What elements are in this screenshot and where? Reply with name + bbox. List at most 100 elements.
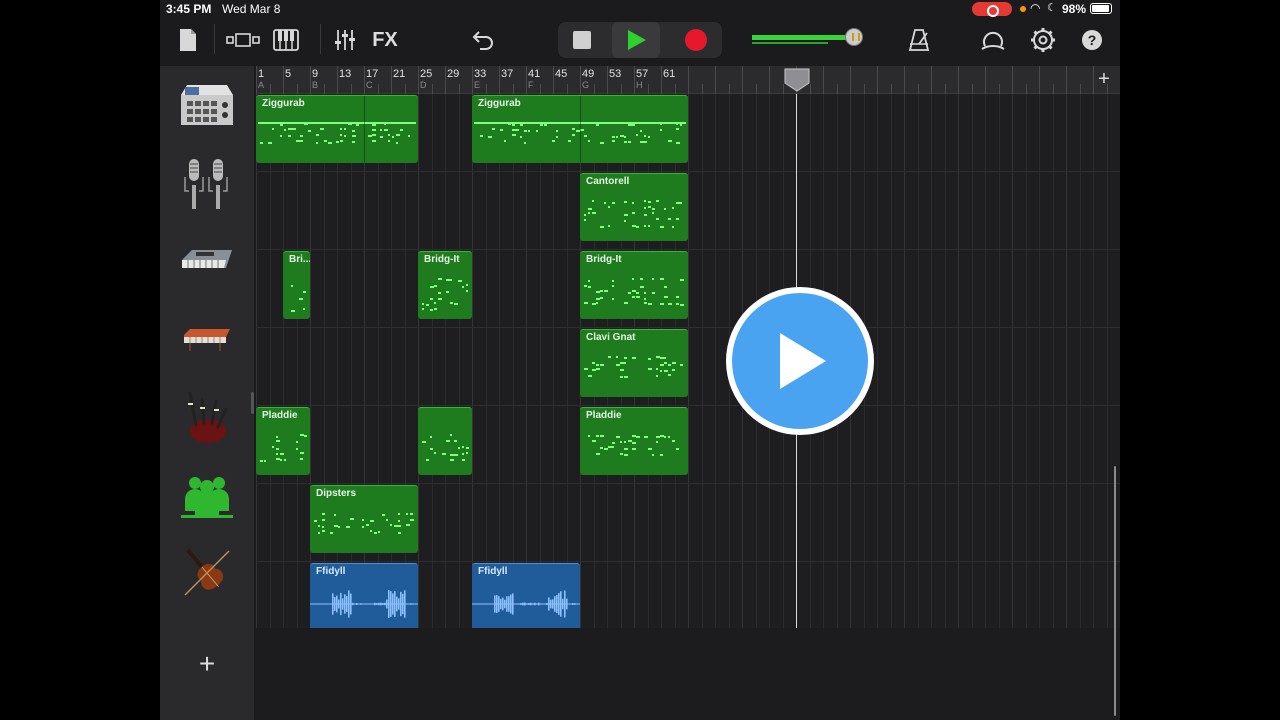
ruler-tick — [634, 66, 635, 94]
grid-line — [296, 94, 298, 628]
grid-line — [985, 94, 986, 628]
track-header-synth[interactable] — [160, 222, 254, 300]
grid-line — [418, 94, 419, 628]
ruler-tick — [661, 66, 662, 94]
audio-region[interactable]: Ffidyll — [472, 563, 580, 631]
midi-region[interactable]: Pladdie — [580, 407, 688, 475]
ruler-tick — [701, 84, 703, 94]
grid-line — [1106, 94, 1108, 628]
midi-notes — [584, 200, 682, 228]
ruler-tick — [742, 66, 743, 94]
play-icon — [628, 30, 646, 50]
video-play-icon — [780, 333, 826, 389]
record-button[interactable] — [672, 22, 720, 58]
wifi-icon: ◠ — [1030, 1, 1041, 15]
midi-region[interactable]: Ziggurab — [256, 95, 418, 163]
vertical-scrollbar[interactable] — [1114, 466, 1116, 716]
grid-line — [944, 94, 946, 628]
midi-region[interactable]: Dipsters — [310, 485, 418, 553]
lane-divider — [256, 171, 1120, 172]
settings-icon[interactable] — [1028, 22, 1058, 58]
empty-track-area — [256, 628, 1120, 720]
loop-browser-icon[interactable] — [978, 22, 1008, 58]
ruler-tick — [310, 66, 311, 94]
ruler-tick — [418, 66, 419, 94]
ruler-tick — [607, 66, 608, 94]
stop-icon — [573, 31, 591, 49]
timeline-ruler[interactable]: + 1 5 9 13 17 21 25 29 33 37 41 45 49 53 57 61 A B C D E F G H — [256, 66, 1120, 94]
midi-region[interactable]: Clavi Gnat — [580, 329, 688, 397]
ruler-tick — [1025, 84, 1027, 94]
midi-region[interactable] — [418, 407, 472, 475]
ruler-bar-number: 41 — [528, 68, 541, 80]
ruler-tick — [526, 66, 527, 94]
mixer-icon[interactable] — [330, 22, 360, 58]
grid-line — [512, 94, 514, 628]
sidebar-resize-handle[interactable] — [251, 392, 254, 414]
loop-boundary — [364, 96, 365, 163]
bagpipes-icon — [188, 391, 228, 443]
grid-line — [701, 94, 703, 628]
ruler-tick — [485, 84, 487, 94]
midi-region[interactable]: Cantorell — [580, 173, 688, 241]
midi-region[interactable]: Ziggurab — [472, 95, 688, 163]
battery-percent: 98% — [1062, 2, 1087, 16]
ruler-tick — [674, 84, 676, 94]
ruler-tick — [1093, 66, 1094, 94]
grid-line — [526, 94, 527, 628]
undo-icon[interactable] — [468, 22, 498, 58]
midi-region[interactable]: Bridg-It — [418, 251, 472, 319]
ruler-tick — [323, 84, 325, 94]
grid-line — [715, 94, 716, 628]
document-icon[interactable] — [174, 22, 202, 58]
waveform — [310, 590, 418, 618]
add-section-button[interactable]: + — [1094, 68, 1114, 90]
track-header-violin[interactable] — [160, 534, 254, 612]
ruler-section-label: E — [474, 80, 481, 90]
ruler-bar-number: 57 — [636, 68, 649, 80]
metronome-icon[interactable] — [904, 22, 934, 58]
track-view-icon[interactable] — [224, 22, 264, 58]
grid-line — [1066, 94, 1067, 628]
ruler-tick — [715, 66, 716, 94]
midi-region[interactable]: Bridg-It — [580, 251, 688, 319]
track-header-vocals[interactable] — [160, 144, 254, 222]
track-header-ensemble[interactable] — [160, 456, 254, 534]
grid-line — [485, 94, 487, 628]
play-button[interactable] — [612, 22, 660, 58]
midi-region[interactable]: Pladdie — [256, 407, 310, 475]
grid-line — [1052, 94, 1054, 628]
stop-button[interactable] — [558, 22, 606, 58]
ruler-tick — [296, 84, 298, 94]
ruler-tick — [364, 66, 365, 94]
track-header-bagpipes[interactable] — [160, 378, 254, 456]
lane-divider — [256, 327, 1120, 328]
grid-line — [1039, 94, 1040, 628]
track-header-drums[interactable] — [160, 66, 254, 144]
ruler-tick — [593, 84, 595, 94]
ruler-tick — [931, 66, 932, 94]
fx-button[interactable]: FX — [368, 22, 402, 58]
grid-line — [1079, 94, 1081, 628]
add-track-label: + — [198, 648, 216, 679]
ruler-tick — [823, 66, 824, 94]
mic-indicator-icon — [1020, 6, 1026, 12]
grid-line — [1012, 94, 1013, 628]
add-track-button[interactable]: + — [193, 650, 221, 678]
ruler-tick — [620, 84, 622, 94]
ruler-tick — [553, 66, 554, 94]
master-volume-slider[interactable] — [752, 28, 863, 46]
ruler-tick — [877, 66, 878, 94]
playhead-handle[interactable] — [784, 68, 810, 92]
midi-region[interactable]: Bri...-It — [283, 251, 310, 319]
midi-notes — [588, 435, 679, 456]
midi-notes — [584, 278, 684, 306]
tracks-area[interactable]: Ziggurab Ziggurab Cantorell Bri...-It Bridg-… — [256, 94, 1120, 640]
track-header-clavinet[interactable] — [160, 300, 254, 378]
audio-region[interactable]: Ffidyll — [310, 563, 418, 631]
video-play-button[interactable] — [726, 287, 874, 435]
keyboard-icon[interactable] — [270, 22, 302, 58]
help-icon[interactable]: ? — [1078, 22, 1106, 58]
toolbar: FX ? — [160, 20, 1120, 64]
ruler-tick — [350, 84, 352, 94]
